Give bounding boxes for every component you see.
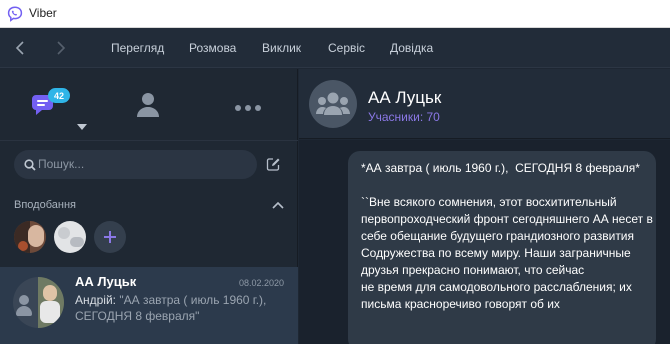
message-bubble[interactable]: *АА завтра ( июль 1960 г.), СЕГОДНЯ 8 фе… [348,151,656,344]
chevron-left-icon [15,41,24,55]
menu-tools[interactable]: Сервіс [328,41,365,55]
message-area: *АА завтра ( июль 1960 г.), СЕГОДНЯ 8 фе… [299,140,670,344]
conversation-title: АА Луцьк [368,88,442,107]
search-box[interactable] [14,150,257,179]
compose-icon[interactable] [266,157,281,172]
tab-contacts[interactable] [136,91,160,119]
caret-down-icon[interactable] [76,123,88,131]
menu-call[interactable]: Виклик [262,41,301,55]
add-favorite-button[interactable] [94,221,126,253]
menu-view[interactable]: Перегляд [111,41,164,55]
person-icon [137,93,159,117]
message-text: *АА завтра ( июль 1960 г.), СЕГОДНЯ 8 фе… [361,161,653,311]
menu-conversation[interactable]: Розмова [189,41,236,55]
unread-badge: 42 [48,88,70,103]
favorites-title: Вподобання [14,199,76,211]
tab-more[interactable] [234,99,262,111]
favorite-avatar[interactable] [54,221,86,253]
search-icon [24,159,36,171]
chat-name: АА Луцьк [75,274,137,289]
favorite-avatar[interactable] [14,221,46,253]
chat-preview: Андрій: "АА завтра ( июль 1960 г.), СЕГО… [75,292,290,324]
plus-icon [104,231,116,243]
window-title: Viber [29,6,57,20]
chat-list-item[interactable]: АА Луцьк 08.02.2020 Андрій: "АА завтра (… [0,267,298,344]
sidebar-tabs: 42 [0,69,298,141]
menu-bar: Перегляд Розмова Виклик Сервіс Довідка [0,28,670,68]
chat-date: 08.02.2020 [238,278,284,288]
forward-button[interactable] [50,37,72,59]
group-avatar[interactable] [309,80,357,128]
members-count[interactable]: Учасники: 70 [368,110,440,124]
menu-help[interactable]: Довідка [390,41,433,55]
search-input[interactable] [38,154,248,174]
chat-header: АА Луцьк Учасники: 70 [299,69,670,139]
back-button[interactable] [9,37,31,59]
chevron-up-icon[interactable] [272,201,284,209]
chat-preview-sender: Андрій: [75,293,117,307]
viber-logo-icon [7,6,23,22]
more-dots-icon [235,105,261,111]
group-avatar [13,277,64,328]
group-icon [316,92,350,115]
sidebar: 42 Вподобання [0,69,298,344]
chevron-right-icon [57,41,66,55]
window-titlebar: Viber [0,0,670,28]
